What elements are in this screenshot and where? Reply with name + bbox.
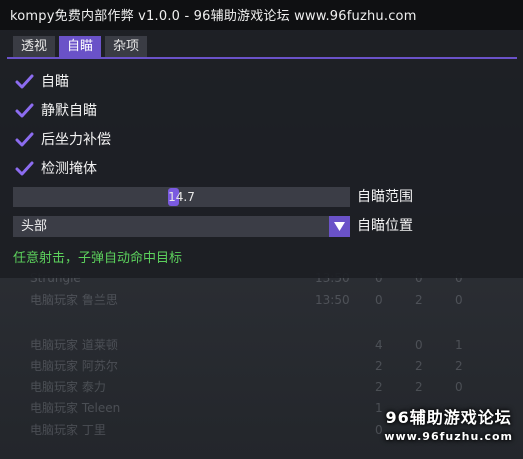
aim-bone-select[interactable]: 头部: [13, 216, 350, 237]
tab-bar: 透视 自瞄 杂项: [13, 36, 148, 58]
chevron-down-icon: [334, 222, 345, 231]
overlay-window: kompy免费内部作弊 v1.0.0 - 96辅助游戏论坛 www.96fuzh…: [0, 0, 523, 278]
recoil-control-toggle: 后坐力补偿: [15, 128, 111, 150]
silent-aim-toggle: 静默自瞄: [15, 99, 97, 121]
slider-value: 14.7: [168, 190, 195, 204]
aimbot-label: 自瞄: [41, 74, 69, 90]
background-row: 电脑玩家 鲁兰思 13:50 0 2 0: [30, 293, 463, 307]
recoil-control-label: 后坐力补偿: [41, 132, 111, 148]
watermark-url: www.96fuzhu.com: [384, 430, 513, 443]
site-watermark: 96辅助游戏论坛 www.96fuzhu.com: [384, 404, 513, 443]
aim-bone-value: 头部: [21, 219, 48, 234]
aimbot-checkbox[interactable]: [15, 72, 34, 91]
feature-hint: 任意射击，子弹自动命中目标: [13, 251, 183, 266]
silent-aim-label: 静默自瞄: [41, 103, 97, 119]
aimbot-toggle: 自瞄: [15, 70, 69, 92]
check-icon: [15, 74, 34, 88]
background-row: 电脑玩家 道莱顿 4 0 1: [30, 338, 463, 352]
visibility-check-label: 检测掩体: [41, 161, 97, 177]
aim-bone-label: 自瞄位置: [357, 218, 413, 234]
screen: Strungle 13:50 0 0 0 电脑玩家 鲁兰思 13:50 0 2 0 电脑玩家 道…: [0, 0, 523, 459]
aim-fov-label: 自瞄范围: [357, 189, 413, 205]
aim-fov-slider[interactable]: 14.7: [13, 187, 350, 207]
silent-aim-checkbox[interactable]: [15, 101, 34, 120]
visibility-check-toggle: 检测掩体: [15, 157, 97, 179]
tab-esp[interactable]: 透视: [13, 36, 56, 58]
check-icon: [15, 132, 34, 146]
window-title: kompy免费内部作弊 v1.0.0 - 96辅助游戏论坛 www.96fuzh…: [10, 9, 417, 24]
tab-aimbot[interactable]: 自瞄: [59, 36, 102, 58]
dropdown-button[interactable]: [329, 216, 350, 237]
visibility-check-checkbox[interactable]: [15, 159, 34, 178]
title-bar[interactable]: kompy免费内部作弊 v1.0.0 - 96辅助游戏论坛 www.96fuzh…: [0, 0, 523, 30]
check-icon: [15, 161, 34, 175]
watermark-title: 96辅助游戏论坛: [385, 408, 512, 427]
tab-underline: [7, 57, 517, 59]
background-row: 电脑玩家 泰力 2 2 0: [30, 380, 463, 394]
background-row: 电脑玩家 阿苏尔 2 2 2: [30, 359, 463, 373]
tab-misc[interactable]: 杂项: [105, 36, 148, 58]
recoil-control-checkbox[interactable]: [15, 130, 34, 149]
check-icon: [15, 103, 34, 117]
